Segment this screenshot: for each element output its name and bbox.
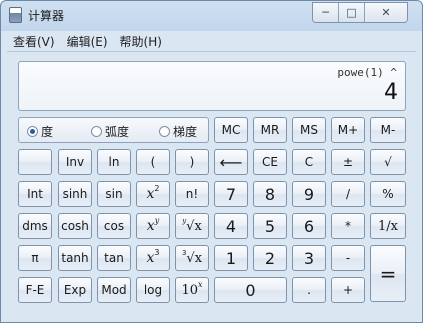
m-minus-button[interactable]: M- xyxy=(370,117,406,143)
x-cubed-base: x xyxy=(146,250,155,266)
x-squared-button[interactable]: x2 xyxy=(136,181,170,207)
radio-radian-indicator[interactable] xyxy=(91,126,102,137)
factorial-button[interactable]: n! xyxy=(175,181,209,207)
x-squared-base: x xyxy=(146,186,155,202)
int-button[interactable]: Int xyxy=(18,181,52,207)
reciprocal-label: 1/x xyxy=(378,218,398,234)
reciprocal-button[interactable]: 1/x xyxy=(370,213,406,239)
ce-button[interactable]: CE xyxy=(253,149,287,175)
mc-button[interactable]: MC xyxy=(214,117,248,143)
plus-button[interactable]: + xyxy=(331,277,365,303)
close-button[interactable]: ✕ xyxy=(365,3,407,22)
decimal-button[interactable]: . xyxy=(292,277,326,303)
mr-button[interactable]: MR xyxy=(253,117,287,143)
cos-button[interactable]: cos xyxy=(97,213,131,239)
menu-view[interactable]: 查看(V) xyxy=(7,31,61,51)
digit-9-button[interactable]: 9 xyxy=(292,181,326,207)
menu-edit[interactable]: 编辑(E) xyxy=(61,31,114,51)
mod-button[interactable]: Mod xyxy=(97,277,131,303)
window-title: 计算器 xyxy=(28,9,65,23)
tanh-button[interactable]: tanh xyxy=(58,245,92,271)
cube-root-symbol: √x xyxy=(186,250,203,266)
y-root-symbol: √x xyxy=(186,218,202,234)
ms-button[interactable]: MS xyxy=(292,117,326,143)
left-paren-button[interactable]: ( xyxy=(136,149,170,175)
sqrt-button[interactable]: √ xyxy=(370,149,406,175)
digit-6-button[interactable]: 6 xyxy=(292,213,326,239)
minus-button[interactable]: - xyxy=(331,245,365,271)
radio-radian[interactable]: 弧度 xyxy=(91,123,129,140)
ten-power-x-base: 10 xyxy=(181,282,199,298)
inv-button[interactable]: Inv xyxy=(58,149,92,175)
radio-gradian[interactable]: 梯度 xyxy=(159,123,197,140)
fe-button[interactable]: F-E xyxy=(18,277,52,303)
minimize-button[interactable]: ─ xyxy=(313,3,339,22)
digit-3-button[interactable]: 3 xyxy=(292,245,326,271)
menu-divider xyxy=(7,51,416,52)
calculator-window: 计算器 ─ □ ✕ 查看(V) 编辑(E) 帮助(H) powe(1) ^ 4 … xyxy=(0,0,423,323)
digit-5-button[interactable]: 5 xyxy=(253,213,287,239)
title-bar: 计算器 ─ □ ✕ xyxy=(1,1,422,29)
digit-1-button[interactable]: 1 xyxy=(214,245,248,271)
result-readout: 4 xyxy=(384,80,398,105)
x-power-y-base: x xyxy=(146,218,155,234)
pi-button[interactable]: π xyxy=(18,245,52,271)
calculator-display: powe(1) ^ 4 xyxy=(18,61,406,111)
cosh-button[interactable]: cosh xyxy=(58,213,92,239)
ten-power-x-button[interactable]: 10 x xyxy=(175,277,209,303)
log-button[interactable]: log xyxy=(136,277,170,303)
digit-2-button[interactable]: 2 xyxy=(253,245,287,271)
angle-mode-group: 度 弧度 梯度 xyxy=(18,117,209,143)
radio-gradian-indicator[interactable] xyxy=(159,126,170,137)
clear-button[interactable]: C xyxy=(292,149,326,175)
digit-4-button[interactable]: 4 xyxy=(214,213,248,239)
digit-7-button[interactable]: 7 xyxy=(214,181,248,207)
digit-8-button[interactable]: 8 xyxy=(253,181,287,207)
equals-button[interactable]: = xyxy=(370,245,406,302)
y-root-x-button[interactable]: y √x xyxy=(175,213,209,239)
multiply-button[interactable]: * xyxy=(331,213,365,239)
percent-button[interactable]: % xyxy=(370,181,406,207)
digit-0-button[interactable]: 0 xyxy=(214,277,287,303)
backspace-button[interactable]: ⟵ xyxy=(214,149,248,175)
tan-button[interactable]: tan xyxy=(97,245,131,271)
expression-readout: powe(1) ^ xyxy=(337,66,397,79)
radio-radian-label: 弧度 xyxy=(105,125,130,139)
right-paren-button[interactable]: ) xyxy=(175,149,209,175)
window-controls: ─ □ ✕ xyxy=(312,2,408,23)
ln-button[interactable]: ln xyxy=(97,149,131,175)
radio-gradian-label: 梯度 xyxy=(173,125,198,139)
radio-degree-indicator[interactable] xyxy=(27,126,38,137)
radio-degree-label: 度 xyxy=(41,125,54,139)
divide-button[interactable]: / xyxy=(331,181,365,207)
sin-button[interactable]: sin xyxy=(97,181,131,207)
maximize-button[interactable]: □ xyxy=(339,3,365,22)
calculator-app-icon xyxy=(9,7,22,23)
x-power-y-button[interactable]: xy xyxy=(136,213,170,239)
cube-root-button[interactable]: 3 √x xyxy=(175,245,209,271)
menu-bar: 查看(V) 编辑(E) 帮助(H) xyxy=(7,31,416,51)
dms-button[interactable]: dms xyxy=(18,213,52,239)
menu-help[interactable]: 帮助(H) xyxy=(114,31,168,51)
radio-degree[interactable]: 度 xyxy=(27,123,53,140)
sinh-button[interactable]: sinh xyxy=(58,181,92,207)
x-cubed-button[interactable]: x3 xyxy=(136,245,170,271)
exp-button[interactable]: Exp xyxy=(58,277,92,303)
plus-minus-button[interactable]: ± xyxy=(331,149,365,175)
blank-button[interactable] xyxy=(18,149,52,175)
m-plus-button[interactable]: M+ xyxy=(331,117,365,143)
